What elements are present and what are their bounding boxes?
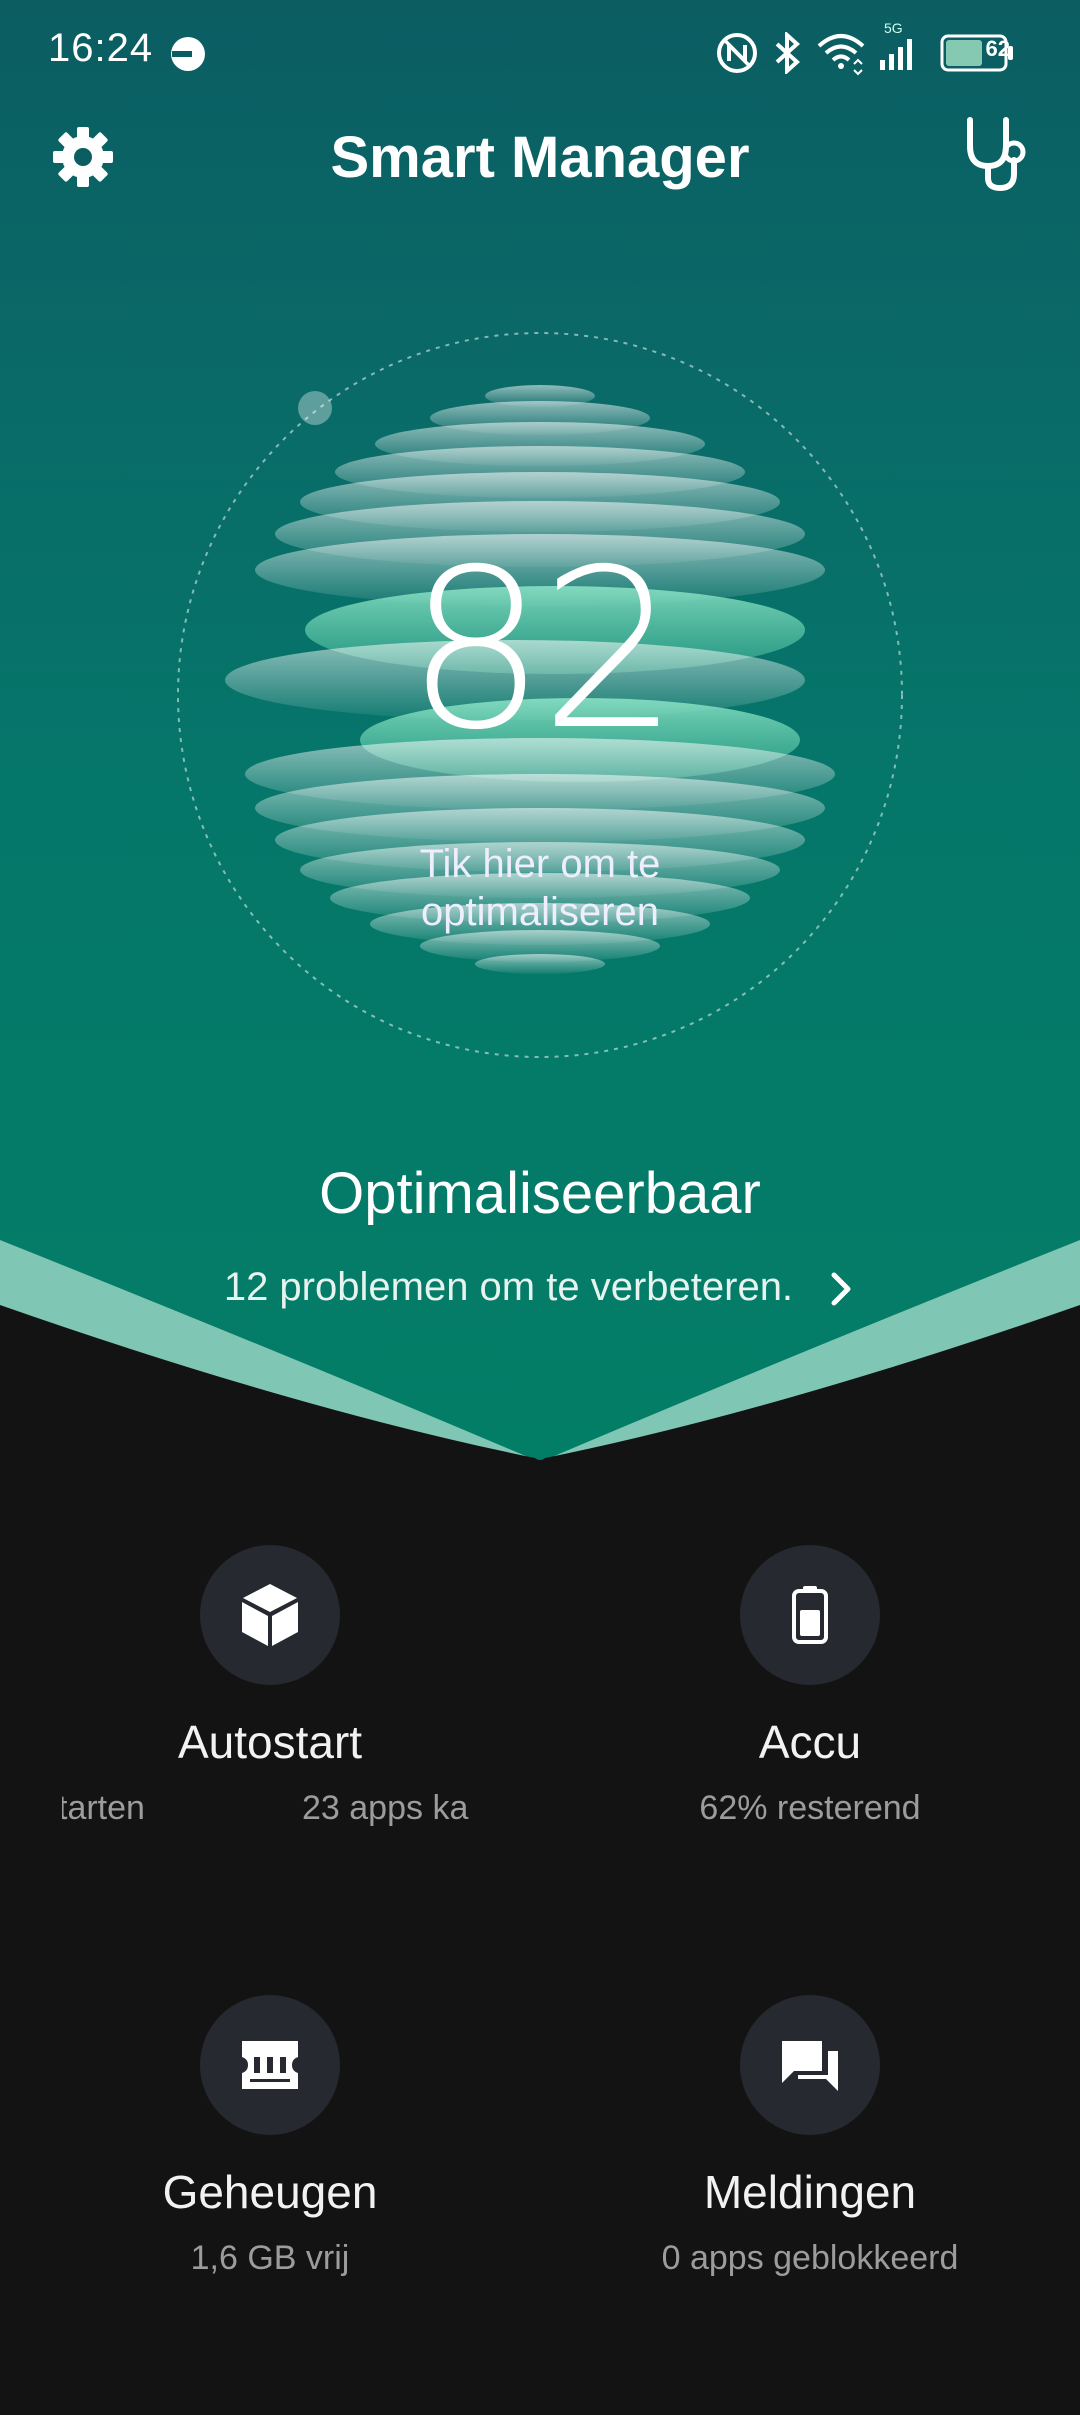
status-bar: 16:24 5G 62 (0, 0, 1080, 100)
chevron-right-icon (831, 1272, 851, 1306)
optimize-prompt[interactable]: Tik hier om te optimaliseren (0, 840, 1080, 936)
issues-text: 12 problemen om te verbeteren. (223, 1265, 794, 1309)
meldingen-icon-circle (740, 1995, 880, 2135)
page-title: Smart Manager (330, 125, 750, 190)
optimize-prompt-line-2: optimaliseren (421, 890, 659, 934)
tile-title: Geheugen (162, 2166, 378, 2218)
do-not-disturb-icon (171, 37, 205, 71)
battery-level: 62 (985, 36, 1010, 61)
tile-subtitle-scrolling: tarten 23 apps ka (62, 1789, 478, 1833)
status-time: 16:24 (48, 26, 154, 70)
nfc-icon (717, 33, 757, 73)
app-bar: Smart Manager (0, 110, 1080, 200)
signal-icon (880, 39, 912, 70)
score-value: 82 (406, 522, 680, 778)
tile-meldingen[interactable]: Meldingen 0 apps geblokkeerd (540, 1995, 1080, 2415)
tile-accu[interactable]: Accu 62% resterend (540, 1545, 1080, 1965)
battery-icon (792, 1586, 828, 1644)
network-type: 5G (884, 20, 903, 36)
optimize-prompt-line-1: Tik hier om te (419, 842, 661, 886)
chat-bubbles-icon (782, 2041, 838, 2091)
optimization-state: Optimaliseerbaar (319, 1161, 761, 1226)
accu-icon-circle (740, 1545, 880, 1685)
tile-subtitle: 62% resterend (699, 1789, 921, 1827)
tile-autostart[interactable]: Autostart tarten 23 apps ka (0, 1545, 540, 1965)
tile-subtitle: 0 apps geblokkeerd (661, 2239, 959, 2277)
wifi-icon (817, 34, 865, 76)
tile-subtitle: 1,6 GB vrij (190, 2239, 350, 2277)
geheugen-icon-circle (200, 1995, 340, 2135)
tile-geheugen[interactable]: Geheugen 1,6 GB vrij (0, 1995, 540, 2415)
stethoscope-icon[interactable] (958, 116, 1028, 192)
issues-link[interactable]: 12 problemen om te verbeteren. (0, 1265, 1080, 1310)
memory-chip-icon (242, 2041, 298, 2089)
tile-title: Meldingen (703, 2166, 917, 2218)
autostart-icon-circle (200, 1545, 340, 1685)
cube-icon (242, 1584, 298, 1646)
bluetooth-icon (775, 32, 800, 74)
tile-subtitle-tail: tarten (62, 1789, 145, 1827)
tile-subtitle-head: 23 apps ka (302, 1789, 469, 1827)
tile-title: Autostart (177, 1716, 363, 1768)
tile-title: Accu (758, 1716, 862, 1768)
orbit-dot (298, 391, 332, 425)
